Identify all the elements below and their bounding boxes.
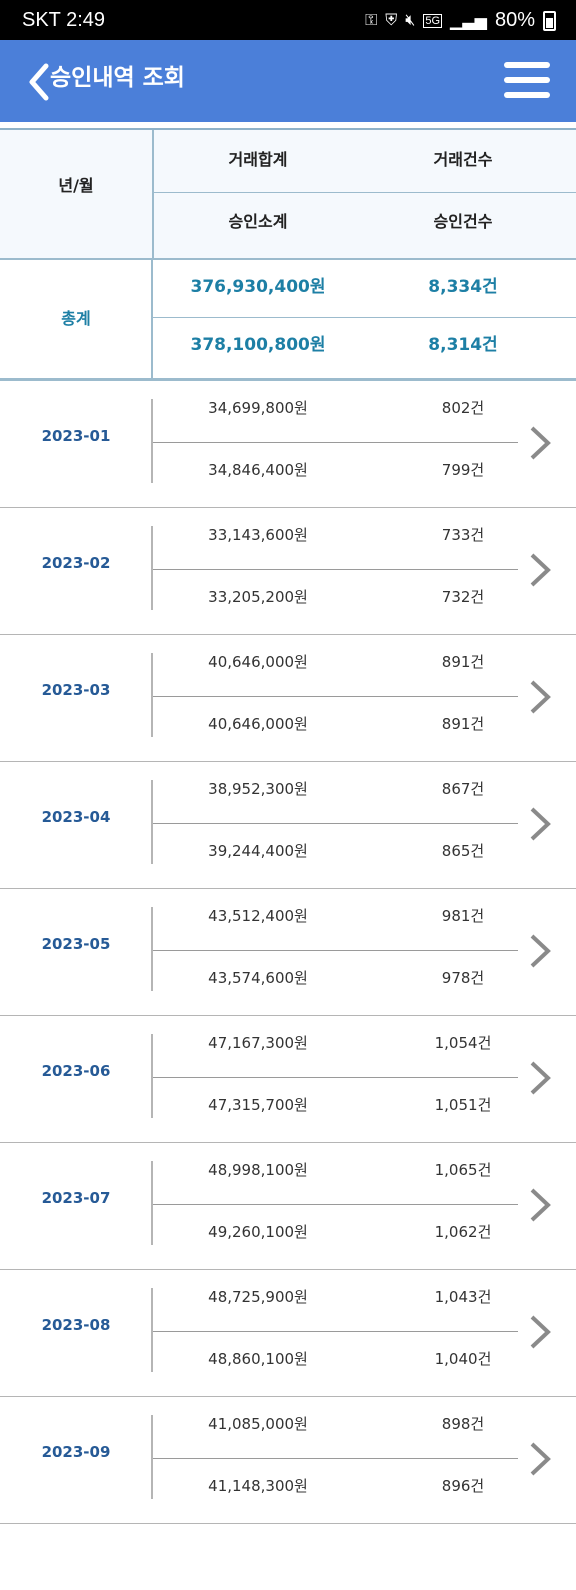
row-divider-horizontal: [153, 1204, 518, 1205]
row-trans-amount: 48,725,900원: [208, 1288, 308, 1306]
row-approved-count: 978건: [441, 969, 485, 987]
row-approved-amount: 47,315,700원: [208, 1096, 308, 1114]
row-trans-amount: 43,512,400원: [208, 907, 308, 925]
header-divider-horizontal: [153, 192, 576, 193]
row-trans-amount: 47,167,300원: [208, 1034, 308, 1052]
row-trans-count: 1,054건: [434, 1034, 492, 1052]
total-trans-count: 8,334건: [428, 277, 498, 297]
total-row: 총계 376,930,400원 8,334건 378,100,800원 8,31…: [0, 260, 576, 382]
row-divider-horizontal: [153, 1458, 518, 1459]
app-bar: 승인내역 조회: [0, 40, 576, 122]
header-month: 년/월: [58, 176, 94, 195]
month-row[interactable]: 2023-06 47,167,300원 1,054건 47,315,700원 1…: [0, 1016, 576, 1143]
chevron-right-icon[interactable]: [528, 806, 552, 842]
row-trans-count: 733건: [441, 526, 485, 544]
table-header: 년/월 거래합계 거래건수 승인소계 승인건수: [0, 128, 576, 262]
row-trans-amount: 34,699,800원: [208, 399, 308, 417]
row-trans-amount: 41,085,000원: [208, 1415, 308, 1433]
row-month: 2023-03: [41, 681, 111, 699]
chevron-right-icon[interactable]: [528, 933, 552, 969]
row-trans-amount: 48,998,100원: [208, 1161, 308, 1179]
row-approved-amount: 41,148,300원: [208, 1477, 308, 1495]
row-trans-amount: 33,143,600원: [208, 526, 308, 544]
month-row[interactable]: 2023-05 43,512,400원 981건 43,574,600원 978…: [0, 889, 576, 1016]
network-type: 5G: [423, 13, 443, 28]
status-icons: ⚿ ⛨ 🔇︎ 5G ▁▃▅ 80%: [365, 9, 556, 32]
signal-icon: ▁▃▅: [450, 12, 487, 30]
chevron-right-icon[interactable]: [528, 425, 552, 461]
status-bar: SKT 2:49 ⚿ ⛨ 🔇︎ 5G ▁▃▅ 80%: [0, 0, 576, 40]
total-label: 총계: [61, 309, 91, 328]
header-trans-total: 거래합계: [228, 150, 288, 169]
row-trans-amount: 40,646,000원: [208, 653, 308, 671]
row-trans-count: 802건: [441, 399, 485, 417]
month-row[interactable]: 2023-02 33,143,600원 733건 33,205,200원 732…: [0, 508, 576, 635]
battery-percent: 80%: [494, 9, 535, 31]
month-row[interactable]: 2023-01 34,699,800원 802건 34,846,400원 799…: [0, 381, 576, 508]
row-divider-horizontal: [153, 569, 518, 570]
month-row[interactable]: 2023-07 48,998,100원 1,065건 49,260,100원 1…: [0, 1143, 576, 1270]
row-approved-amount: 49,260,100원: [208, 1223, 308, 1241]
header-approved-count: 승인건수: [433, 212, 493, 231]
row-trans-count: 898건: [441, 1415, 485, 1433]
row-trans-count: 1,043건: [434, 1288, 492, 1306]
row-trans-amount: 38,952,300원: [208, 780, 308, 798]
mute-icon: 🔇︎: [405, 11, 416, 29]
chevron-right-icon[interactable]: [528, 552, 552, 588]
row-approved-count: 799건: [441, 461, 485, 479]
battery-icon: [543, 10, 556, 31]
shield-icon: ⛨: [385, 11, 398, 29]
chevron-right-icon[interactable]: [528, 1441, 552, 1477]
row-approved-amount: 43,574,600원: [208, 969, 308, 987]
row-approved-amount: 34,846,400원: [208, 461, 308, 479]
header-trans-count: 거래건수: [433, 150, 493, 169]
month-row[interactable]: 2023-08 48,725,900원 1,043건 48,860,100원 1…: [0, 1270, 576, 1397]
hamburger-menu-icon[interactable]: [504, 62, 550, 100]
row-approved-count: 1,040건: [434, 1350, 492, 1368]
chevron-right-icon[interactable]: [528, 679, 552, 715]
row-approved-amount: 40,646,000원: [208, 715, 308, 733]
row-month: 2023-05: [41, 935, 111, 953]
row-month: 2023-04: [41, 808, 111, 826]
row-divider-horizontal: [153, 823, 518, 824]
page-title: 승인내역 조회: [50, 65, 185, 91]
row-divider-horizontal: [153, 696, 518, 697]
month-row[interactable]: 2023-04 38,952,300원 867건 39,244,400원 865…: [0, 762, 576, 889]
row-month: 2023-07: [41, 1189, 111, 1207]
total-divider-horizontal: [153, 317, 576, 318]
carrier-time: SKT 2:49: [22, 9, 106, 31]
month-row[interactable]: 2023-03 40,646,000원 891건 40,646,000원 891…: [0, 635, 576, 762]
row-approved-count: 1,062건: [434, 1223, 492, 1241]
row-approved-count: 865건: [441, 842, 485, 860]
row-month: 2023-08: [41, 1316, 111, 1334]
row-approved-count: 732건: [441, 588, 485, 606]
row-approved-count: 1,051건: [434, 1096, 492, 1114]
row-divider-horizontal: [153, 1077, 518, 1078]
row-divider-horizontal: [153, 1331, 518, 1332]
row-month: 2023-01: [41, 427, 111, 445]
total-trans-amount: 376,930,400원: [190, 277, 326, 297]
total-approved-count: 8,314건: [428, 335, 498, 355]
chevron-right-icon[interactable]: [528, 1060, 552, 1096]
row-trans-count: 867건: [441, 780, 485, 798]
chevron-right-icon[interactable]: [528, 1187, 552, 1223]
row-approved-amount: 48,860,100원: [208, 1350, 308, 1368]
row-trans-count: 891건: [441, 653, 485, 671]
row-approved-amount: 39,244,400원: [208, 842, 308, 860]
key-icon: ⚿: [365, 11, 378, 29]
total-approved-amount: 378,100,800원: [190, 335, 326, 355]
row-divider-horizontal: [153, 950, 518, 951]
row-approved-count: 891건: [441, 715, 485, 733]
header-approved-subtotal: 승인소계: [228, 212, 288, 231]
row-month: 2023-09: [41, 1443, 111, 1461]
month-row[interactable]: 2023-09 41,085,000원 898건 41,148,300원 896…: [0, 1397, 576, 1524]
row-approved-count: 896건: [441, 1477, 485, 1495]
row-month: 2023-06: [41, 1062, 111, 1080]
row-trans-count: 981건: [441, 907, 485, 925]
row-trans-count: 1,065건: [434, 1161, 492, 1179]
row-divider-horizontal: [153, 442, 518, 443]
chevron-right-icon[interactable]: [528, 1314, 552, 1350]
row-month: 2023-02: [41, 554, 111, 572]
row-approved-amount: 33,205,200원: [208, 588, 308, 606]
